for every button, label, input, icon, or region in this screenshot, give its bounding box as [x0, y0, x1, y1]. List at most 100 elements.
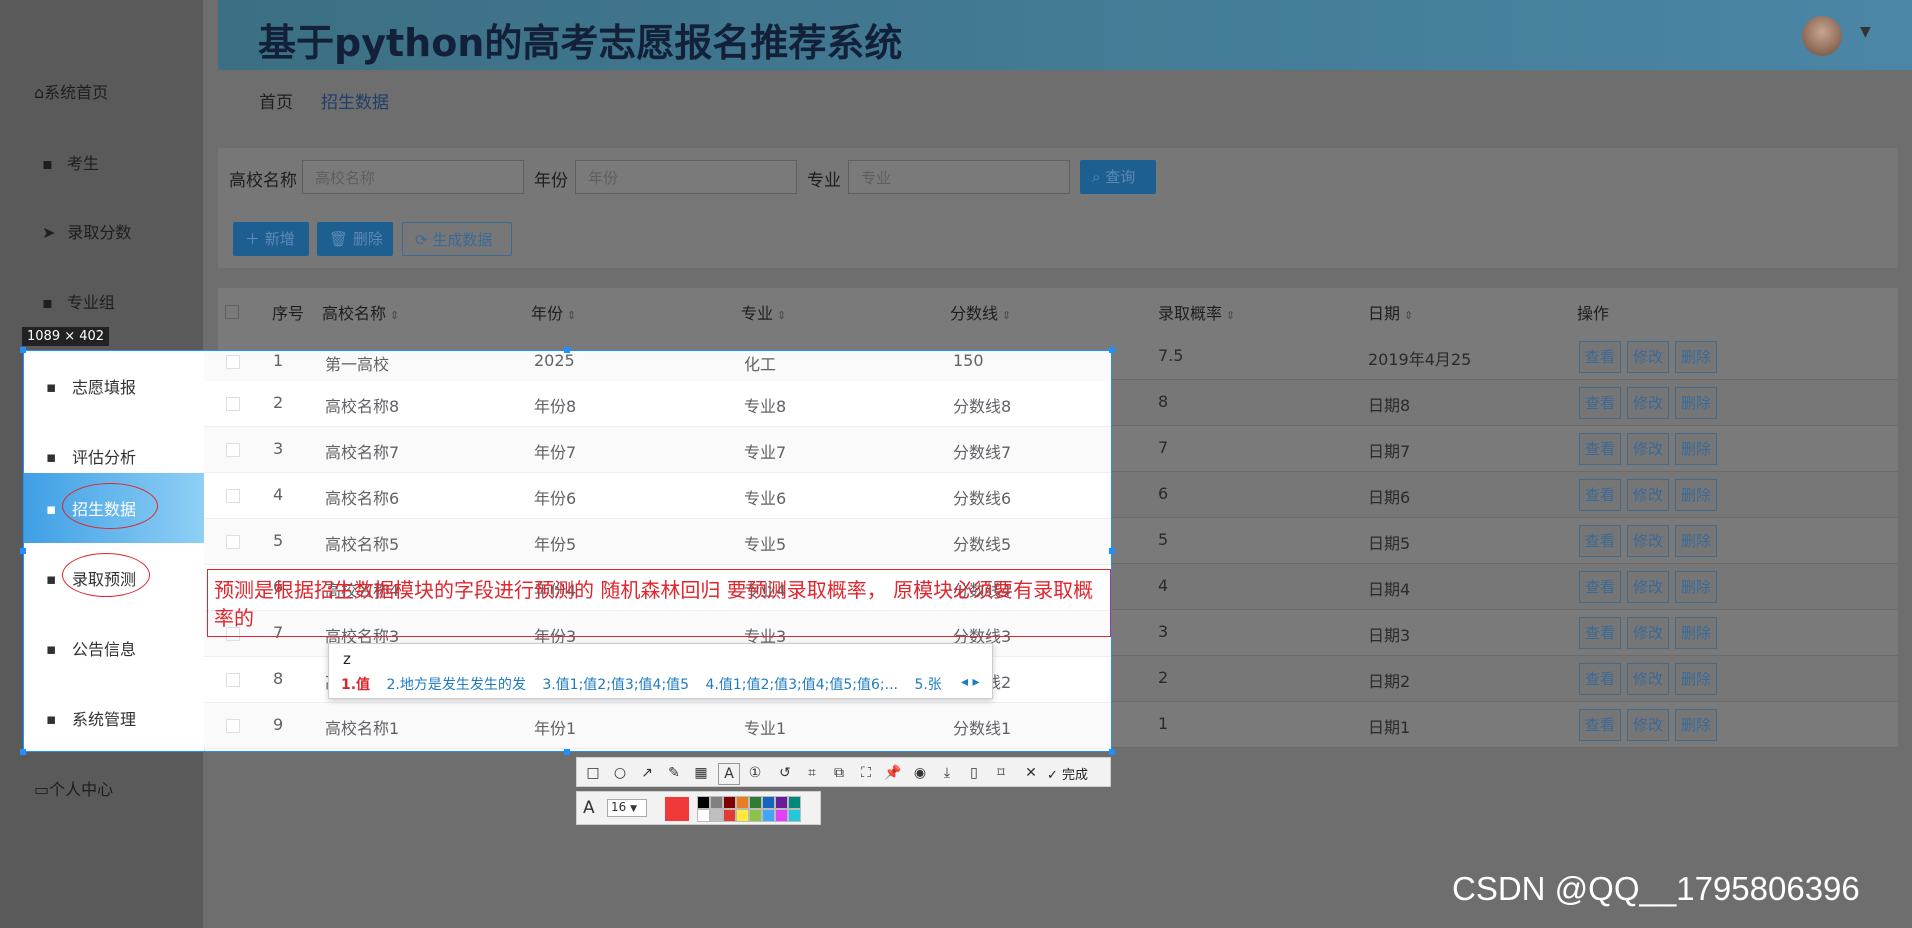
- view-button[interactable]: 查看: [1579, 709, 1621, 741]
- long-screenshot-icon[interactable]: ⛶: [856, 763, 876, 783]
- table-row[interactable]: 5 高校名称5 年份5 专业5 分数线5: [204, 519, 1111, 565]
- delete-row-button[interactable]: 删除: [1675, 433, 1717, 465]
- ime-candidate[interactable]: 4.值1;值2;值3;值4;值5;值6;...: [706, 677, 898, 693]
- query-button[interactable]: ⌕ 查询: [1080, 160, 1156, 194]
- delete-row-button[interactable]: 删除: [1675, 663, 1717, 695]
- ime-candidate[interactable]: 1.值: [341, 677, 370, 693]
- color-swatch[interactable]: [788, 809, 801, 822]
- view-button[interactable]: 查看: [1579, 341, 1621, 373]
- table-row[interactable]: 4 高校名称6 年份6 专业6 分数线6: [204, 473, 1111, 519]
- column-header-year[interactable]: 年份 ⇕: [531, 300, 576, 324]
- sort-icon[interactable]: ⇕: [390, 309, 399, 322]
- view-button[interactable]: 查看: [1579, 663, 1621, 695]
- table-row[interactable]: 2 高校名称8 年份8 专业8 分数线8: [204, 381, 1111, 427]
- color-swatch[interactable]: [775, 809, 788, 822]
- table-row[interactable]: 1 第一高校 2025 化工 150: [204, 351, 1111, 385]
- row-checkbox[interactable]: [226, 355, 240, 369]
- view-button[interactable]: 查看: [1579, 617, 1621, 649]
- breadcrumb-home[interactable]: 首页: [259, 88, 293, 113]
- color-swatch[interactable]: [697, 796, 710, 809]
- delete-row-button[interactable]: 删除: [1675, 525, 1717, 557]
- sidebar-item-scores[interactable]: ➤ 录取分数: [42, 219, 131, 243]
- sort-icon[interactable]: ⇕: [567, 309, 576, 322]
- current-color-swatch[interactable]: [665, 797, 689, 821]
- chevron-down-icon[interactable]: ▼: [1860, 24, 1871, 40]
- color-swatch[interactable]: [749, 796, 762, 809]
- edit-button[interactable]: 修改: [1627, 571, 1669, 603]
- table-row[interactable]: 3 高校名称7 年份7 专业7 分数线7: [204, 427, 1111, 473]
- edit-button[interactable]: 修改: [1627, 341, 1669, 373]
- ime-candidate[interactable]: 5.张: [914, 677, 941, 693]
- color-swatch[interactable]: [697, 809, 710, 822]
- edit-button[interactable]: 修改: [1627, 479, 1669, 511]
- sidebar-item-students[interactable]: ▪ 考生: [42, 150, 99, 174]
- column-header-school[interactable]: 高校名称 ⇕: [322, 300, 399, 324]
- text-tool-icon[interactable]: A: [718, 763, 740, 785]
- avatar[interactable]: [1802, 16, 1842, 56]
- row-checkbox[interactable]: [226, 489, 240, 503]
- ime-candidate[interactable]: 2.地方是发生发生的发: [387, 677, 526, 693]
- sort-icon[interactable]: ⇕: [1404, 309, 1413, 322]
- sort-icon[interactable]: ⇕: [1226, 309, 1235, 322]
- translate-icon[interactable]: ⧉: [829, 763, 849, 783]
- resize-handle[interactable]: [564, 347, 570, 353]
- resize-handle[interactable]: [564, 749, 570, 755]
- edit-button[interactable]: 修改: [1627, 387, 1669, 419]
- view-button[interactable]: 查看: [1579, 387, 1621, 419]
- color-swatch[interactable]: [736, 796, 749, 809]
- color-swatch[interactable]: [775, 796, 788, 809]
- row-checkbox[interactable]: [226, 673, 240, 687]
- sidebar-item-admissions[interactable]: ▪ 招生数据: [24, 473, 204, 543]
- generate-data-button[interactable]: ⟳ 生成数据: [402, 222, 512, 256]
- color-swatch[interactable]: [723, 809, 736, 822]
- resize-handle[interactable]: [20, 749, 26, 755]
- close-icon[interactable]: ✕: [1021, 763, 1041, 783]
- done-button[interactable]: ✓ 完成: [1047, 764, 1088, 783]
- bookmark-icon[interactable]: ⌑: [991, 763, 1011, 783]
- color-swatch[interactable]: [723, 796, 736, 809]
- sidebar-item-announcements[interactable]: ▪ 公告信息: [24, 613, 204, 683]
- view-button[interactable]: 查看: [1579, 479, 1621, 511]
- edit-button[interactable]: 修改: [1627, 663, 1669, 695]
- annotation-text[interactable]: 预测是根据招生数据模块的字段进行预测的 随机森林回归 要预测录取概率， 原模块必…: [214, 576, 1104, 632]
- delete-row-button[interactable]: 删除: [1675, 387, 1717, 419]
- resize-handle[interactable]: [1109, 749, 1115, 755]
- sort-icon[interactable]: ⇕: [777, 309, 786, 322]
- delete-button[interactable]: 🗑 删除: [317, 222, 393, 256]
- color-swatch[interactable]: [710, 796, 723, 809]
- row-checkbox[interactable]: [226, 443, 240, 457]
- resize-handle[interactable]: [20, 347, 26, 353]
- column-header-major[interactable]: 专业 ⇕: [741, 300, 786, 324]
- sidebar-item-major-group[interactable]: ▪ 专业组: [42, 289, 115, 313]
- ellipse-tool-icon[interactable]: ○: [610, 763, 630, 783]
- arrow-tool-icon[interactable]: ↗: [637, 763, 657, 783]
- ime-candidate[interactable]: 3.值1;值2;值3;值4;值5: [542, 677, 689, 693]
- color-swatch[interactable]: [749, 809, 762, 822]
- pin-icon[interactable]: 📌: [883, 763, 903, 783]
- mosaic-tool-icon[interactable]: ▦: [691, 763, 711, 783]
- year-search-input[interactable]: 年份: [575, 160, 797, 194]
- ime-page-arrows[interactable]: ◂ ▸: [961, 674, 980, 690]
- resize-handle[interactable]: [1109, 347, 1115, 353]
- sort-icon[interactable]: ⇕: [1002, 309, 1011, 322]
- delete-row-button[interactable]: 删除: [1675, 709, 1717, 741]
- ime-candidates[interactable]: 1.值 2.地方是发生发生的发 3.值1;值2;值3;值4;值5 4.值1;值2…: [341, 674, 942, 694]
- color-swatch[interactable]: [788, 796, 801, 809]
- view-button[interactable]: 查看: [1579, 433, 1621, 465]
- rectangle-tool-icon[interactable]: □: [583, 763, 603, 783]
- edit-button[interactable]: 修改: [1627, 709, 1669, 741]
- school-search-input[interactable]: 高校名称: [302, 160, 524, 194]
- delete-row-button[interactable]: 删除: [1675, 341, 1717, 373]
- sidebar-item-prediction[interactable]: ▪ 录取预测: [24, 543, 204, 613]
- pen-tool-icon[interactable]: ✎: [664, 763, 684, 783]
- resize-handle[interactable]: [20, 548, 26, 554]
- add-button[interactable]: ＋ 新增: [233, 222, 309, 256]
- number-tool-icon[interactable]: ①: [745, 763, 765, 783]
- row-checkbox[interactable]: [226, 719, 240, 733]
- major-search-input[interactable]: 专业: [848, 160, 1070, 194]
- undo-icon[interactable]: ↺: [775, 763, 795, 783]
- font-size-select[interactable]: 16 ▼: [607, 799, 647, 817]
- sidebar-item-application[interactable]: ▪ 志愿填报: [24, 351, 204, 421]
- edit-button[interactable]: 修改: [1627, 617, 1669, 649]
- color-swatch[interactable]: [762, 796, 775, 809]
